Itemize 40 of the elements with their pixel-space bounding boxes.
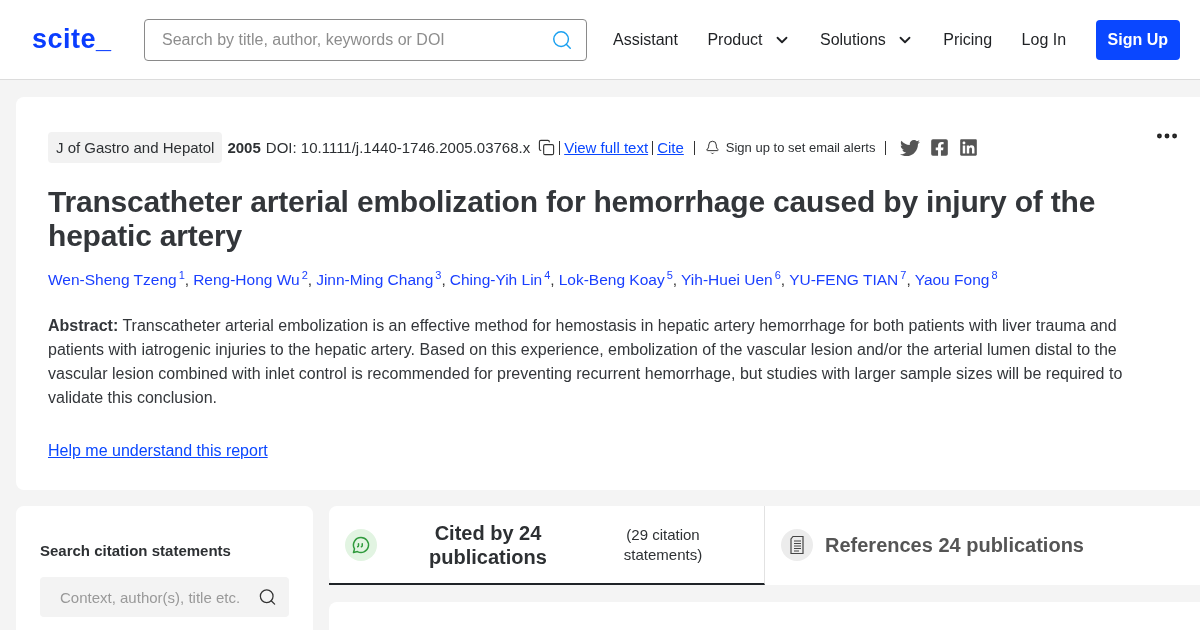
doi-text: DOI: 10.1111/j.1440-1746.2005.03768.x [265,139,531,156]
twitter-icon[interactable] [900,137,921,158]
author-link[interactable]: YU-FENG TIAN$^{7}$, [789,269,911,290]
facebook-icon[interactable] [930,138,950,157]
document-icon [781,528,813,561]
copy-icon[interactable] [538,139,556,156]
abstract-text: Abstract: Transcatheter arterial embolization is an effective method for hemostasis in hepatic artery hemorrhage for both patients with liver trauma and patients with iatrogenic injuries to the hepatic artery. Based on this experience, embolization of the vascular lesion and/or the arterial lumen distal to the vascular lesion combined with inlet control is recommended for preventing recurrent hemorrhage, but studies with larger sample sizes will be required to validate this conclusion. [48,316,1124,409]
nav-link[interactable]: Log In [1021,30,1067,49]
tab[interactable]: References 24 publications [765,506,1200,585]
sign-up-button[interactable]: Sign Up [1095,19,1180,60]
publication-year: 2005 [227,139,261,156]
help-link[interactable]: Help me understand this report [48,442,268,461]
author-link[interactable]: Reng-Hong Wu$^{2}$, [193,269,313,290]
journal-tag[interactable]: J of Gastro and Hepatol [48,132,223,163]
text-link[interactable]: View full text [564,139,649,156]
bell-icon[interactable] [704,140,720,155]
author-link[interactable]: Lok-Beng Koay$^{5}$, [558,269,678,290]
article-title: Transcatheter arterial embolization for hemorrhage caused by injury of the hepatic artery [48,185,1097,253]
tab[interactable]: Cited by 24 publications (29 citation statements) [329,506,765,585]
quote-bubble-icon [345,528,377,561]
linkedin-icon[interactable] [959,138,979,157]
nav-menu-link[interactable]: Product [707,30,791,49]
tab-note: (29 citation statements) [622,524,704,565]
citation-search-field[interactable]: Context, author(s), title etc. [40,577,289,617]
tab-label: Cited by 24 publications [428,520,548,569]
author-link[interactable]: Jinn-Ming Chang$^{3}$, [316,269,446,290]
tab-label: References 24 publications [825,532,1084,557]
search-field[interactable]: Search by title, author, keywords or DOI [144,18,587,61]
author-link[interactable]: Yaou Fong$^{8}$ [914,269,998,290]
nav-link[interactable]: Assistant [613,30,678,49]
logo[interactable]: scite_ [32,24,144,55]
search-icon[interactable] [258,587,277,607]
panel-title: Search citation statements [40,542,232,559]
email-alerts-link[interactable]: Sign up to set email alerts [725,140,876,155]
author-link[interactable]: Wen-Sheng Tzeng$^{1}$, [48,269,190,290]
text-link[interactable]: Cite [657,139,684,156]
author-link[interactable]: Yih-Huei Uen$^{6}$, [681,269,786,290]
author-link[interactable]: Ching-Yih Lin$^{4}$, [449,269,555,290]
nav-link[interactable]: Pricing [943,30,993,49]
nav-menu-link[interactable]: Solutions [819,30,914,49]
